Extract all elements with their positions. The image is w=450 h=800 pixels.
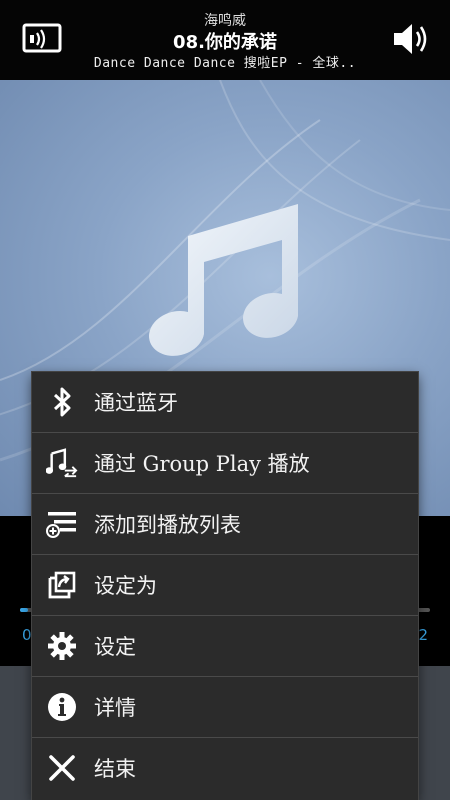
- menu-item-label: 添加到播放列表: [94, 513, 241, 537]
- artist-name: 海鸣威: [204, 13, 246, 29]
- song-title: 08.你的承诺: [173, 32, 277, 53]
- music-note-icon: [149, 204, 298, 356]
- menu-item-add-to-playlist[interactable]: 添加到播放列表: [32, 494, 418, 555]
- menu-item-set-as[interactable]: 设定为: [32, 555, 418, 616]
- menu-item-label: 通过蓝牙: [94, 391, 178, 415]
- menu-item-label: 通过 Group Play 播放: [94, 452, 310, 476]
- bluetooth-icon: [46, 386, 78, 418]
- total-time: 2: [418, 626, 428, 644]
- now-playing-header: 海鸣威 08.你的承诺 Dance Dance Dance 搜啦EP - 全球.…: [0, 0, 450, 80]
- menu-item-label: 详情: [94, 696, 136, 720]
- album-name: Dance Dance Dance 搜啦EP - 全球..: [93, 56, 357, 71]
- menu-item-settings[interactable]: 设定: [32, 616, 418, 677]
- menu-item-bluetooth[interactable]: 通过蓝牙: [32, 372, 418, 433]
- elapsed-time: 0: [22, 626, 32, 644]
- add-to-playlist-icon: [46, 508, 78, 540]
- gear-icon: [46, 630, 78, 662]
- menu-item-group-play[interactable]: 通过 Group Play 播放: [32, 433, 418, 494]
- menu-item-label: 设定: [94, 635, 136, 659]
- info-icon: [46, 691, 78, 723]
- volume-button[interactable]: [392, 20, 432, 58]
- menu-item-details[interactable]: 详情: [32, 677, 418, 738]
- volume-icon: [394, 24, 427, 54]
- menu-item-label: 结束: [94, 757, 136, 781]
- close-icon: [46, 752, 78, 784]
- group-play-icon: [46, 447, 78, 479]
- options-menu: 通过蓝牙 通过 Group Play 播放 添加到播放列表 设定为 设定 详情 …: [32, 372, 418, 800]
- progress-fill: [20, 608, 28, 612]
- set-as-icon: [46, 569, 78, 601]
- menu-item-label: 设定为: [94, 574, 157, 598]
- menu-item-end[interactable]: 结束: [32, 738, 418, 798]
